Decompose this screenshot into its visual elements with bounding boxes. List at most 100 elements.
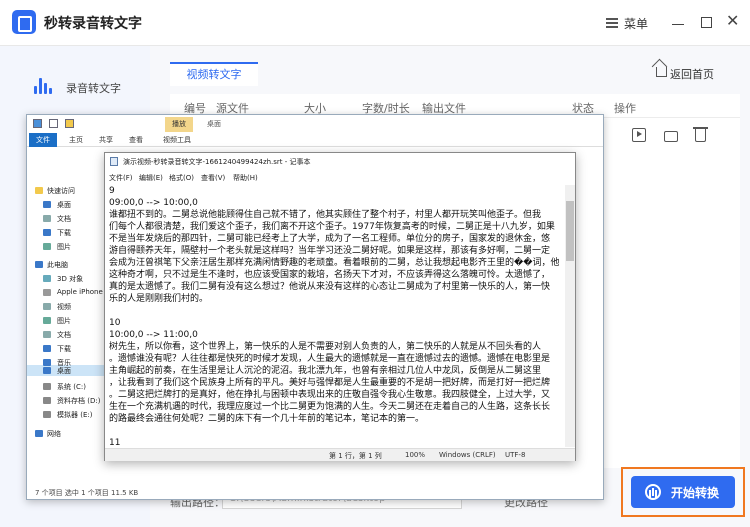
text-line: 谁都扭不到的。二舅总说他能顾得住自己就不错了，他其实顾住了整个村子，村里人都开玩… <box>109 210 542 220</box>
text-line: 这种奇才啊，只不过是生不逢时，也应该受国家的栽培，名扬天下才对，不应该弄得这么落… <box>109 270 551 280</box>
nav-item[interactable]: 文档 <box>57 330 71 340</box>
download-icon <box>43 229 51 236</box>
trash-icon[interactable] <box>693 127 708 142</box>
audio-wave-icon <box>34 76 54 94</box>
pictures-icon <box>43 243 51 250</box>
ribbon-tab-video-tools[interactable]: 视频工具 <box>163 135 191 145</box>
documents-icon <box>43 331 51 338</box>
star-icon <box>35 187 43 194</box>
nav-item[interactable]: Apple iPhone <box>57 288 103 296</box>
properties-icon[interactable] <box>49 119 58 128</box>
explorer-status: 7 个项目 选中 1 个项目 11.5 KB <box>35 489 139 497</box>
computer-icon <box>35 261 43 268</box>
text-line: 10 <box>109 318 121 328</box>
text-line: 。二舅这把烂牌打的是真好，他在挣扎与困顿中表现出来的庄敬自强令我心生敬意。我四肢… <box>109 390 551 400</box>
explorer-title: 桌面 <box>207 120 221 128</box>
text-line: 09:00,0 --> 10:00,0 <box>109 198 198 208</box>
menu-view[interactable]: 查看(V) <box>201 173 225 183</box>
pictures-icon <box>43 317 51 324</box>
drive-icon <box>43 411 51 418</box>
text-line: 不是当年发烧后的那四针，二舅可能已经考上了大学，成为了一名工程师。单位分的房子，… <box>109 234 551 244</box>
col-header: 操作 <box>614 102 636 115</box>
text-line: 的路最终会通往何处呢？二舅的床下有一个几十年前的笔记本，笔记本的第一。 <box>109 414 425 424</box>
nav-item[interactable]: 此电脑 <box>47 260 68 270</box>
ribbon-tab-share[interactable]: 共享 <box>99 135 113 145</box>
desktop-icon <box>43 201 51 208</box>
computer-icon <box>33 119 42 128</box>
text-line: 们每个人都很清楚，我们爱这个歪子，我们离不开这个歪子。1977年恢复高考的时候，… <box>109 222 555 232</box>
text-line: 9 <box>109 186 115 196</box>
nav-item[interactable]: 视频 <box>57 302 71 312</box>
nav-item[interactable]: 下载 <box>57 228 71 238</box>
encoding: UTF-8 <box>505 451 526 459</box>
drive-icon <box>43 397 51 404</box>
notepad-menu: 文件(F) 编辑(E) 格式(O) 查看(V) 帮助(H) <box>105 171 575 185</box>
notepad-titlebar: 演示视频-秒转录音转文字-1661240499424zh.srt - 记事本 <box>105 153 575 171</box>
phone-icon <box>43 289 51 296</box>
menu-help[interactable]: 帮助(H) <box>233 173 258 183</box>
nav-item[interactable]: 下载 <box>57 344 71 354</box>
ribbon-tab-view[interactable]: 查看 <box>129 135 143 145</box>
menu-button[interactable]: 菜单 <box>624 15 648 32</box>
notepad-icon <box>110 157 118 166</box>
close-icon[interactable]: ✕ <box>726 13 739 29</box>
navigation-pane: 快速访问 桌面 文档 下载 图片 此电脑 3D 对象 Apple iPhone … <box>27 147 109 487</box>
download-icon <box>43 345 51 352</box>
ribbon-tab-play[interactable]: 播放 <box>165 117 193 132</box>
text-line: 生在一个充满机遇的时代，我理应度过一个比二舅更为饱满的人生。今天二舅还在走着自己… <box>109 402 551 412</box>
nav-item[interactable]: 桌面 <box>57 200 71 210</box>
nav-item-selected[interactable]: 桌面 <box>57 366 71 376</box>
maximize-icon[interactable] <box>701 17 712 28</box>
app-logo-icon <box>12 10 36 34</box>
nav-item[interactable]: 模拟器 (E:) <box>57 410 92 420</box>
nav-item[interactable]: 资料存档 (D:) <box>57 396 100 406</box>
notepad-scrollbar[interactable] <box>565 185 575 447</box>
nav-item[interactable]: 图片 <box>57 316 71 326</box>
menu-edit[interactable]: 编辑(E) <box>139 173 163 183</box>
cursor-position: 第 1 行，第 1 列 <box>329 452 382 460</box>
convert-icon <box>645 484 661 500</box>
menu-icon[interactable] <box>606 18 618 28</box>
drive-icon <box>43 383 51 390</box>
start-convert-label: 开始转换 <box>671 486 720 500</box>
minimize-icon[interactable] <box>672 24 684 25</box>
ribbon-tab-file[interactable]: 文件 <box>29 133 57 147</box>
ribbon-tabs: 文件 主页 共享 查看 视频工具 <box>27 133 603 147</box>
text-line: 。遗憾谁没有呢？人往往都是快死的时候才发现，人生最大的遗憾就是一直在遗憾过去的遗… <box>109 354 551 364</box>
menu-file[interactable]: 文件(F) <box>109 173 133 183</box>
videos-icon <box>43 303 51 310</box>
documents-icon <box>43 215 51 222</box>
sidebar-item-audio-to-text[interactable]: 录音转文字 <box>66 80 121 96</box>
text-line: 会成为汪曾祺笔下父亲汪居生那样充满闲情野趣的老顽童。看着眼前的二舅，总让我想起电… <box>109 258 559 268</box>
text-line: ，让我看到了我们这个民族身上所有的平凡。美好与强悍都是人生最重要的不是胡一把好牌… <box>109 378 551 388</box>
nav-item[interactable]: 图片 <box>57 242 71 252</box>
start-convert-button[interactable]: 开始转换 <box>631 476 735 508</box>
menu-format[interactable]: 格式(O) <box>169 173 194 183</box>
text-line <box>109 305 559 317</box>
nav-item[interactable]: 文档 <box>57 214 71 224</box>
scrollbar-thumb[interactable] <box>566 201 574 261</box>
text-line: 10:00,0 --> 11:00,0 <box>109 330 198 340</box>
text-line <box>109 425 559 437</box>
text-line: 游自得颐养天年，隔壁村一个老头就是这样吗？当年学习还没二舅好呢。如果是这样，那该… <box>109 246 551 256</box>
back-home-link[interactable]: 返回首页 <box>670 66 714 82</box>
home-icon <box>656 67 667 77</box>
folder-icon[interactable] <box>663 131 678 142</box>
notepad-text-area[interactable]: 9 09:00,0 --> 10:00,0 谁都扭不到的。二舅总说他能顾得住自己就… <box>109 185 559 447</box>
play-icon[interactable] <box>632 128 646 142</box>
explorer-titlebar: 播放 桌面 <box>27 115 603 133</box>
ribbon-tab-home[interactable]: 主页 <box>69 135 83 145</box>
nav-item[interactable]: 3D 对象 <box>57 274 83 284</box>
text-line: 树先生，所以你看，这个世界上，第一快乐的人是不需要对别人负责的人，第二快乐的人就… <box>109 342 542 352</box>
nav-item[interactable]: 快速访问 <box>47 186 75 196</box>
folder-icon[interactable] <box>65 119 74 128</box>
nav-item[interactable]: 系统 (C:) <box>57 382 86 392</box>
network-icon <box>35 430 43 437</box>
desktop-icon <box>43 367 51 374</box>
zoom-level: 100% <box>405 451 426 459</box>
notepad-status-bar: 第 1 行，第 1 列 100% Windows (CRLF) UTF-8 <box>105 448 575 461</box>
tab-video-to-text[interactable]: 视频转文字 <box>170 62 258 86</box>
nav-item[interactable]: 网络 <box>47 429 61 439</box>
text-line: 11 <box>109 438 121 447</box>
text-line: 乐的人是刚刚我们村的。 <box>109 294 209 304</box>
